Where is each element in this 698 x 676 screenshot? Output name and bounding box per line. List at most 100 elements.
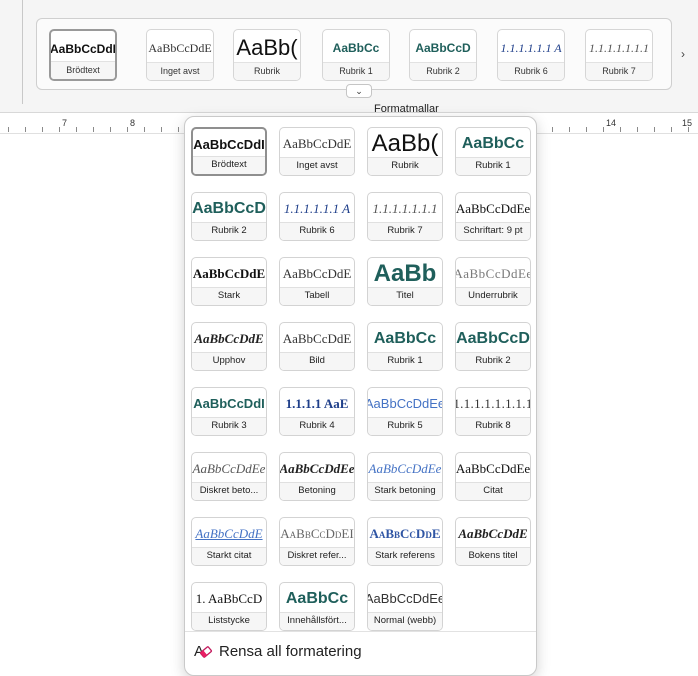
style-tile[interactable]: AaBbCc Rubrik 1 bbox=[455, 127, 531, 176]
style-tile[interactable]: AaBbCcDdEe Stark betoning bbox=[367, 452, 443, 501]
gallery-scroll-right-button[interactable]: › bbox=[674, 18, 692, 90]
ruler-tick bbox=[654, 127, 655, 132]
style-sample-text: AaBbCcDdEe bbox=[368, 396, 442, 411]
style-tile[interactable]: 1.1.1.1.1.1.1 Rubrik 7 bbox=[367, 192, 443, 241]
clear-all-formatting-button[interactable]: A Rensa all formatering bbox=[193, 639, 523, 663]
style-sample-text: AaBbCcDdE bbox=[282, 135, 352, 151]
style-sample-text: AaBbCcDdEe bbox=[368, 460, 442, 476]
style-tile[interactable]: AaBbCcDdEe Rubrik 5 bbox=[367, 387, 443, 436]
style-sample-text: AaBbCcDdEe bbox=[456, 265, 530, 281]
ruler-tick bbox=[552, 127, 553, 132]
style-tile[interactable]: AaBbCcDdE Starkt citat bbox=[191, 517, 267, 566]
style-sample-text: AaBbCcDdI bbox=[193, 137, 265, 152]
style-tile[interactable]: AaBbCcD Rubrik 2 bbox=[191, 192, 267, 241]
ribbon-style-tile[interactable]: AaBbCc Rubrik 1 bbox=[322, 29, 390, 81]
style-tile[interactable]: AaBbCcDdEe Normal (webb) bbox=[367, 582, 443, 631]
style-name-label: Rubrik 5 bbox=[368, 417, 442, 435]
style-sample-text: AaBbCc bbox=[373, 329, 437, 347]
style-tile[interactable]: 1. AaBbCcD Liststycke bbox=[191, 582, 267, 631]
ruler-tick bbox=[671, 127, 672, 132]
style-tile[interactable]: 1.1.1.1 AaE Rubrik 4 bbox=[279, 387, 355, 436]
style-tile[interactable]: AaBbCcDdEe Schriftart: 9 pt bbox=[455, 192, 531, 241]
ruler-tick bbox=[59, 127, 60, 132]
style-tile[interactable]: AaBbCcDdE Upphov bbox=[191, 322, 267, 371]
style-name-label: Stark betoning bbox=[368, 482, 442, 500]
expand-styles-button[interactable]: ⌄ bbox=[346, 84, 372, 98]
style-tile[interactable]: AaBbCcDdI Brödtext bbox=[191, 127, 267, 176]
style-sample-text: AaBbCcDdE bbox=[192, 265, 266, 281]
style-name-label: Inget avst bbox=[280, 157, 354, 175]
style-sample-text: 1.1.1.1.1.1 A bbox=[500, 40, 562, 55]
ruler-number: 7 bbox=[62, 118, 68, 128]
style-tile[interactable]: AaBbCcDdEe Betoning bbox=[279, 452, 355, 501]
style-name-label: Liststycke bbox=[192, 612, 266, 630]
style-tile[interactable]: AaBbCcDdE Bild bbox=[279, 322, 355, 371]
style-name-label: Rubrik 1 bbox=[456, 157, 530, 175]
ruler-tick bbox=[586, 127, 587, 132]
style-tile[interactable]: AaBbCcDdE Stark referens bbox=[367, 517, 443, 566]
style-tile[interactable]: AaBbCcDdE Stark bbox=[191, 257, 267, 306]
style-sample-text: 1.1.1.1.1.1.1 bbox=[372, 200, 438, 216]
style-sample-text: AaBb bbox=[373, 261, 437, 286]
style-sample-text: AaBbCc bbox=[285, 589, 349, 607]
style-tile[interactable]: AaBbCc Innehållsfört... bbox=[279, 582, 355, 631]
style-sample-text: AaBbCcDdI bbox=[193, 396, 265, 411]
style-tile[interactable]: AaBbCcDdEe Diskret beto... bbox=[191, 452, 267, 501]
ribbon-style-tile[interactable]: 1.1.1.1.1.1.1 Rubrik 7 bbox=[585, 29, 653, 81]
ruler-tick bbox=[144, 127, 145, 132]
style-tile[interactable]: AaBbCcDdI Rubrik 3 bbox=[191, 387, 267, 436]
style-name-label: Rubrik 4 bbox=[280, 417, 354, 435]
style-sample-text: AaBbCcDdE bbox=[195, 525, 263, 541]
ruler-tick bbox=[161, 127, 162, 132]
style-tile[interactable]: AaBb Titel bbox=[367, 257, 443, 306]
style-sample-text: AaBbCcDdEe bbox=[280, 460, 354, 476]
style-sample-text: AaBbCc bbox=[461, 134, 525, 152]
style-tile[interactable]: 1.1.1.1.1.1 A Rubrik 6 bbox=[279, 192, 355, 241]
ruler-tick bbox=[8, 127, 9, 132]
ruler-tick bbox=[76, 127, 77, 132]
style-name-label: Rubrik 2 bbox=[192, 222, 266, 240]
ruler-tick bbox=[620, 127, 621, 132]
style-tile[interactable]: AaBbCcDdE Inget avst bbox=[279, 127, 355, 176]
style-tile[interactable]: AaBbCcDdEI Diskret refer... bbox=[279, 517, 355, 566]
style-name-label: Rubrik 7 bbox=[586, 62, 652, 80]
style-tile[interactable]: AaBbCcDdE Tabell bbox=[279, 257, 355, 306]
style-name-label: Rubrik 6 bbox=[280, 222, 354, 240]
style-tile[interactable]: AaBbCcDdEe Citat bbox=[455, 452, 531, 501]
style-sample-text: AaBbCcDdEe bbox=[456, 200, 530, 216]
ruler-number: 14 bbox=[606, 118, 617, 128]
style-name-label: Starkt citat bbox=[192, 547, 266, 565]
style-sample-text: 1.1.1.1.1.1.1.1 bbox=[456, 395, 530, 411]
ruler-tick bbox=[110, 127, 111, 132]
ruler-tick bbox=[178, 127, 179, 132]
ruler-tick bbox=[603, 127, 604, 132]
style-sample-text: AaBbCcDdEe bbox=[368, 591, 442, 606]
style-name-label: Rubrik 7 bbox=[368, 222, 442, 240]
style-sample-text: AaBbCc bbox=[332, 41, 380, 55]
style-tile[interactable]: AaBb(Rubrik bbox=[367, 127, 443, 176]
style-sample-text: AaBbCcDdEe bbox=[192, 460, 266, 476]
clear-formatting-icon: A bbox=[193, 641, 215, 661]
ruler-tick bbox=[637, 127, 638, 132]
style-tile[interactable]: AaBbCc Rubrik 1 bbox=[367, 322, 443, 371]
style-tile[interactable]: AaBbCcD Rubrik 2 bbox=[455, 322, 531, 371]
style-name-label: Rubrik 1 bbox=[323, 62, 389, 80]
style-tile[interactable]: 1.1.1.1.1.1.1.1 Rubrik 8 bbox=[455, 387, 531, 436]
ribbon-style-tile[interactable]: AaBbCcDdE Inget avst bbox=[146, 29, 214, 81]
ruler-tick bbox=[569, 127, 570, 132]
ruler-tick bbox=[25, 127, 26, 132]
style-tile[interactable]: AaBbCcDdEe Underrubrik bbox=[455, 257, 531, 306]
style-name-label: Upphov bbox=[192, 352, 266, 370]
style-sample-text: AaBbCcDdE bbox=[458, 525, 528, 541]
style-sample-text: AaBbCcDdI bbox=[51, 42, 115, 56]
ribbon-divider bbox=[22, 0, 23, 104]
style-tile[interactable]: AaBbCcDdE Bokens titel bbox=[455, 517, 531, 566]
style-name-label: Citat bbox=[456, 482, 530, 500]
styles-dropdown-panel: A Rensa all formatering AaBbCcDdI Brödtex… bbox=[184, 116, 537, 676]
style-name-label: Tabell bbox=[280, 287, 354, 305]
style-name-label: Diskret beto... bbox=[192, 482, 266, 500]
ribbon-style-tile[interactable]: AaBb(Rubrik bbox=[233, 29, 301, 81]
ribbon-style-tile[interactable]: AaBbCcD Rubrik 2 bbox=[409, 29, 477, 81]
ribbon-style-tile[interactable]: 1.1.1.1.1.1 A Rubrik 6 bbox=[497, 29, 565, 81]
ribbon-style-tile[interactable]: AaBbCcDdI Brödtext bbox=[49, 29, 117, 81]
